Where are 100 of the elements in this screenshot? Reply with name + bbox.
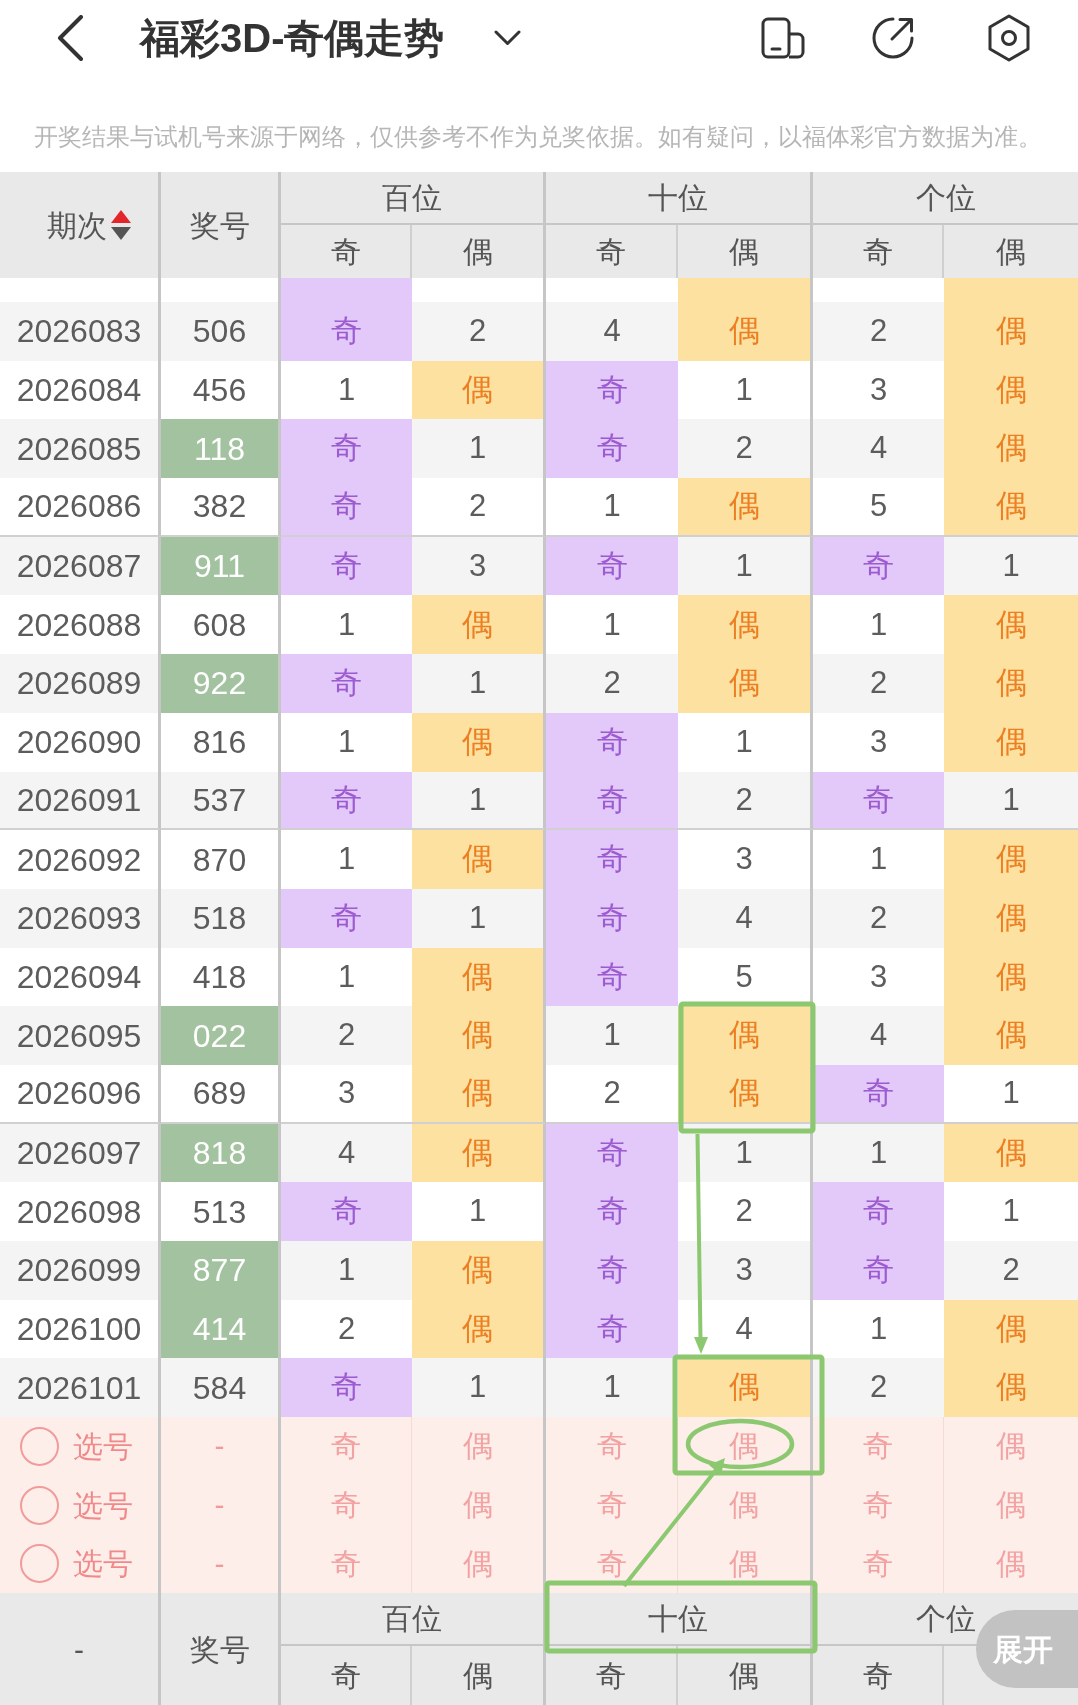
parity-header: 偶	[462, 234, 493, 270]
number-header: 奖号	[189, 207, 250, 244]
trend-cell: 4	[546, 302, 678, 361]
trend-cell: 奇	[813, 771, 944, 831]
parity-header: 奇	[596, 234, 626, 270]
dropdown-caret-icon[interactable]	[494, 30, 522, 46]
pick-option[interactable]: 奇	[329, 1427, 363, 1466]
pick-option[interactable]: 奇	[861, 1544, 895, 1583]
pick-option[interactable]: 偶	[994, 1427, 1028, 1466]
trend-cell: 偶	[678, 302, 813, 361]
trend-cell: 偶	[678, 595, 813, 655]
trend-cell: 4	[281, 1123, 412, 1183]
trend-cell: 偶	[412, 360, 546, 420]
back-icon[interactable]	[56, 15, 84, 61]
pick-option[interactable]: 偶	[727, 1486, 761, 1525]
trend-cell: 奇	[546, 712, 678, 772]
period-cell: 2026086	[0, 478, 161, 537]
phone-tablet-icon[interactable]	[761, 17, 805, 59]
period-cell: 2026085	[0, 419, 161, 479]
circle-checkbox[interactable]	[20, 1544, 59, 1584]
expand-button[interactable]: 展开	[976, 1610, 1078, 1688]
period-cell: 2026096	[0, 1064, 161, 1124]
trend-cell: 偶	[412, 712, 546, 772]
trend-cell: 偶	[412, 595, 546, 655]
pick-option[interactable]: 偶	[460, 1427, 495, 1466]
trend-cell: 1	[412, 654, 546, 713]
period-cell: 2026101	[0, 1358, 161, 1418]
pick-option[interactable]: 偶	[994, 1544, 1028, 1583]
number-cell: 689	[161, 1064, 281, 1124]
pick-option[interactable]: 偶	[994, 1486, 1028, 1525]
trend-cell: 2	[412, 478, 546, 537]
number-cell: 818	[161, 1123, 281, 1183]
parity-header: 偶	[462, 1658, 493, 1695]
trend-cell: 2	[412, 302, 546, 361]
share-icon[interactable]	[871, 16, 915, 60]
trend-cell: 偶	[678, 1006, 813, 1065]
period-cell: 2026099	[0, 1241, 161, 1300]
trend-cell: 奇	[281, 536, 412, 596]
trend-cell: 偶	[678, 654, 813, 713]
trend-cell: 偶	[412, 1064, 546, 1124]
pick-option[interactable]: 奇	[861, 1427, 895, 1466]
trend-cell: 偶	[678, 1358, 813, 1418]
parity-header: 奇	[862, 234, 893, 270]
pick-option[interactable]: 奇	[594, 1427, 629, 1466]
pick-option[interactable]: 奇	[861, 1486, 895, 1525]
trend-cell: 偶	[944, 1006, 1078, 1065]
pick-option[interactable]: 偶	[727, 1544, 761, 1583]
trend-cell: 偶	[944, 888, 1078, 948]
trend-cell: 奇	[281, 1182, 412, 1241]
trend-cell: 2	[678, 771, 813, 831]
trend-cell: 3	[678, 1241, 813, 1300]
trend-cell: 偶	[412, 1241, 546, 1300]
pick-option[interactable]: 奇	[329, 1544, 363, 1583]
position-header: 十位	[648, 1601, 708, 1638]
settings-icon[interactable]	[987, 14, 1031, 62]
trend-cell: 偶	[944, 712, 1078, 772]
dash-text: -	[214, 1487, 225, 1524]
trend-cell: 2	[678, 419, 813, 479]
pick-option[interactable]: 奇	[594, 1544, 629, 1583]
pick-label: 选号	[73, 1428, 133, 1465]
circle-checkbox[interactable]	[20, 1485, 59, 1525]
pick-label: 选号	[73, 1546, 133, 1583]
trend-cell: 奇	[813, 1064, 944, 1124]
position-header: 十位	[648, 180, 708, 216]
parity-header: 偶	[996, 234, 1026, 270]
trend-cell: 奇	[281, 654, 412, 713]
period-cell: 2026083	[0, 302, 161, 361]
number-cell: 922	[161, 654, 281, 713]
dash-text: -	[214, 1428, 225, 1465]
period-sort-button[interactable]: 期次	[47, 202, 131, 248]
trend-cell: 奇	[546, 771, 678, 831]
trend-cell: 奇	[813, 1241, 944, 1300]
trend-cell: 1	[412, 888, 546, 948]
trend-cell: 奇	[281, 1358, 412, 1418]
trend-cell: 2	[813, 302, 944, 361]
pick-option[interactable]: 偶	[460, 1544, 495, 1583]
trend-cell: 偶	[412, 947, 546, 1007]
trend-cell: 1	[412, 771, 546, 831]
trend-cell: 偶	[412, 1299, 546, 1359]
position-header: 百位	[382, 1601, 442, 1638]
trend-cell: 奇	[813, 1182, 944, 1241]
trend-cell: 偶	[944, 302, 1078, 361]
number-cell: 537	[161, 771, 281, 831]
position-header: 个位	[915, 1601, 976, 1638]
period-cell: 2026093	[0, 888, 161, 948]
page-title: 福彩3D-奇偶走势	[140, 15, 445, 62]
pick-option[interactable]: 奇	[594, 1486, 629, 1525]
pick-option[interactable]: 偶	[460, 1486, 495, 1525]
parity-header: 奇	[596, 1658, 626, 1695]
pick-option[interactable]: 偶	[727, 1427, 761, 1466]
number-cell: 877	[161, 1241, 281, 1300]
number-cell: 118	[161, 419, 281, 479]
trend-cell: 奇	[546, 419, 678, 479]
period-cell: 2026087	[0, 536, 161, 596]
trend-cell: 奇	[546, 1299, 678, 1359]
circle-checkbox[interactable]	[20, 1426, 59, 1466]
trend-cell: 1	[813, 1123, 944, 1183]
pick-option[interactable]: 奇	[329, 1486, 363, 1525]
trend-cell: 偶	[944, 1123, 1078, 1183]
trend-cell: 偶	[944, 1358, 1078, 1418]
